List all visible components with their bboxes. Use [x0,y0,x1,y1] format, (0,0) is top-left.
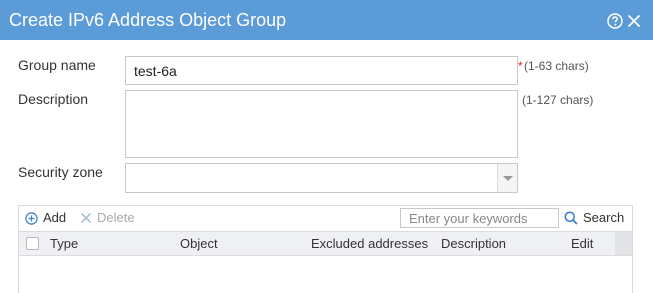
delete-label: Delete [97,210,135,225]
description-textarea[interactable] [125,90,518,158]
column-header-excluded-addresses[interactable]: Excluded addresses [311,237,428,251]
column-header-edit[interactable]: Edit [571,237,593,251]
table-header: Type Object Excluded addresses Descripti… [19,231,632,256]
dialog-title: Create IPv6 Address Object Group [9,10,287,30]
description-hint: (1-127 chars) [522,93,594,107]
security-zone-select[interactable] [125,163,518,193]
column-header-object[interactable]: Object [180,237,218,251]
column-header-description[interactable]: Description [441,237,506,251]
group-name-hint: (1-63 chars) [524,59,589,73]
plus-circle-icon [25,211,38,225]
search-icon [564,211,578,225]
add-label: Add [43,210,67,225]
delete-x-icon [81,213,91,223]
dropdown-toggle[interactable] [497,164,517,192]
delete-button[interactable]: Delete [80,210,135,226]
members-toolbar: Add Delete Search [19,206,632,231]
add-button[interactable]: Add [25,210,66,226]
select-all-checkbox[interactable] [26,237,39,250]
dialog-title-bar: Create IPv6 Address Object Group [0,0,653,40]
required-mark: * [518,59,523,73]
scrollbar-gutter [615,232,632,255]
search-input[interactable] [400,208,559,228]
search-button[interactable]: Search [564,210,624,226]
close-icon[interactable] [627,14,641,28]
search-label: Search [583,210,625,225]
description-label: Description [18,91,89,107]
help-icon[interactable] [607,13,623,29]
group-name-input[interactable] [125,56,518,85]
chevron-down-icon [503,176,513,181]
security-zone-label: Security zone [18,164,103,180]
group-name-label: Group name [18,57,96,73]
column-header-type[interactable]: Type [50,237,78,251]
members-panel: Add Delete Search Type Object Excluded a… [18,205,633,293]
